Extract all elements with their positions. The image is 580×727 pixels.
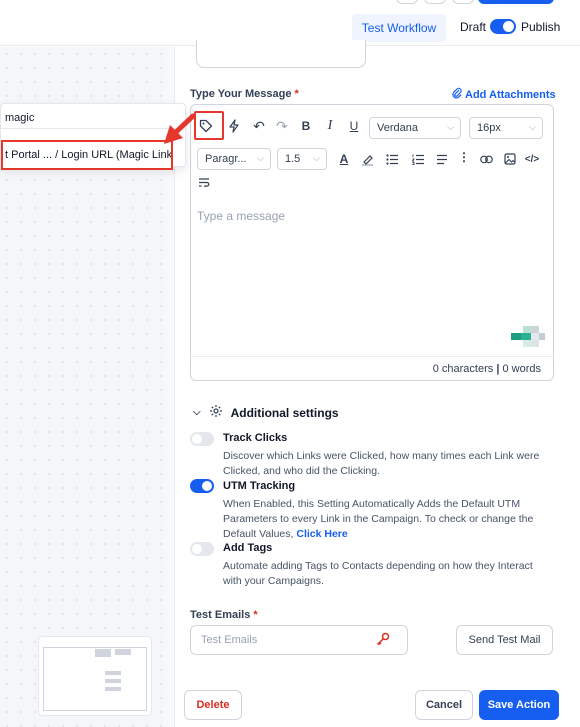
lightning-icon[interactable]: [224, 116, 244, 136]
chevron-down-icon: ⌵: [257, 153, 264, 163]
chevron-down-icon: ⌵: [193, 407, 201, 418]
utm-description-text: When Enabled, this Setting Automatically…: [223, 498, 534, 540]
add-attachments-link[interactable]: Add Attachments: [452, 87, 556, 102]
more-vertical-icon[interactable]: ⋮: [454, 147, 474, 167]
line-height-value: 1.5: [285, 153, 301, 165]
custom-values-dropdown: t Portal ... / Login URL (Magic Link): [0, 103, 186, 170]
minimap-node: [105, 679, 121, 683]
utm-tracking-title: UTM Tracking: [223, 480, 296, 492]
delete-button[interactable]: Delete: [184, 690, 242, 720]
add-tags-title: Add Tags: [223, 542, 273, 554]
block-format-value: Paragr...: [205, 153, 247, 165]
italic-icon[interactable]: I: [320, 116, 340, 136]
message-editor[interactable]: ↶ ↷ B I U Verdana ⌵ 16px ⌵ Paragr... ⌵ 1…: [190, 104, 554, 381]
undo-icon[interactable]: ↶: [249, 116, 269, 136]
top-toolbar-strip: [0, 0, 580, 8]
text-color-icon[interactable]: A: [334, 149, 354, 169]
bold-icon[interactable]: B: [296, 116, 316, 136]
save-action-button[interactable]: Save Action: [479, 690, 559, 720]
draft-label: Draft: [460, 20, 487, 34]
toolbar-button-partial[interactable]: [396, 0, 418, 4]
chevron-down-icon: ⌵: [313, 153, 320, 163]
numbered-list-icon[interactable]: [408, 149, 428, 169]
character-word-count: 0 characters | 0 words: [191, 356, 553, 381]
additional-settings-title: Additional settings: [230, 405, 339, 420]
wrap-text-icon[interactable]: [194, 172, 214, 192]
redo-icon[interactable]: ↷: [272, 116, 292, 136]
font-size-select[interactable]: 16px ⌵: [469, 117, 543, 139]
source-code-icon[interactable]: </>: [522, 149, 542, 169]
test-workflow-button[interactable]: Test Workflow: [352, 14, 446, 42]
highlighter-icon[interactable]: [357, 149, 377, 169]
message-label: Type Your Message *: [190, 88, 299, 100]
test-emails-label: Test Emails *: [190, 609, 258, 621]
publish-label: Publish: [521, 20, 561, 34]
toolbar-button-partial[interactable]: [424, 0, 446, 4]
utm-click-here-link[interactable]: Click Here: [296, 528, 347, 540]
font-family-value: Verdana: [377, 122, 418, 134]
utm-tracking-description: When Enabled, this Setting Automatically…: [223, 497, 543, 542]
underline-icon[interactable]: U: [344, 116, 364, 136]
previous-field-card[interactable]: [196, 40, 366, 68]
dropdown-option-magic-link[interactable]: t Portal ... / Login URL (Magic Link): [1, 140, 173, 170]
align-icon[interactable]: [432, 149, 452, 169]
minimap-node: [95, 649, 111, 657]
bullet-list-icon[interactable]: [382, 149, 402, 169]
toolbar-button-partial[interactable]: [452, 0, 474, 4]
characters-count: 0 characters: [432, 363, 494, 375]
tag-button-highlight: [194, 111, 224, 140]
font-size-value: 16px: [477, 122, 501, 134]
canvas-minimap[interactable]: [38, 636, 152, 716]
paperclip-icon: [452, 87, 462, 102]
minimap-node: [105, 671, 121, 675]
dropdown-search-input[interactable]: [1, 107, 185, 129]
track-clicks-title: Track Clicks: [223, 432, 288, 444]
utm-tracking-toggle[interactable]: [190, 479, 214, 493]
add-tags-description: Automate adding Tags to Contacts dependi…: [223, 560, 533, 587]
minimap-node: [115, 649, 131, 655]
additional-settings-toggle[interactable]: ⌵ Additional settings: [193, 404, 339, 421]
add-tags-toggle[interactable]: [190, 542, 214, 556]
key-icon[interactable]: [376, 632, 390, 649]
track-clicks-description: Discover which Links were Clicked, how m…: [223, 450, 540, 477]
image-icon[interactable]: [500, 149, 520, 169]
chevron-down-icon: ⌵: [529, 122, 536, 132]
words-count: 0 words: [502, 363, 541, 375]
minimap-node: [105, 687, 121, 691]
chevron-down-icon: ⌵: [447, 122, 454, 132]
font-family-select[interactable]: Verdana ⌵: [369, 117, 461, 139]
send-test-mail-button[interactable]: Send Test Mail: [456, 625, 553, 655]
add-attachments-label: Add Attachments: [465, 88, 556, 101]
link-icon[interactable]: [476, 149, 496, 169]
cancel-button[interactable]: Cancel: [415, 690, 473, 720]
track-clicks-toggle[interactable]: [190, 432, 214, 446]
annotation-arrow-icon: [164, 113, 196, 144]
line-height-select[interactable]: 1.5 ⌵: [277, 148, 327, 170]
brand-pixel-logo: [511, 326, 545, 347]
draft-publish-toggle[interactable]: [490, 19, 516, 34]
gear-icon: [209, 404, 223, 421]
message-placeholder: Type a message: [197, 209, 286, 223]
block-format-select[interactable]: Paragr... ⌵: [197, 148, 271, 170]
primary-button-partial[interactable]: [478, 0, 554, 4]
